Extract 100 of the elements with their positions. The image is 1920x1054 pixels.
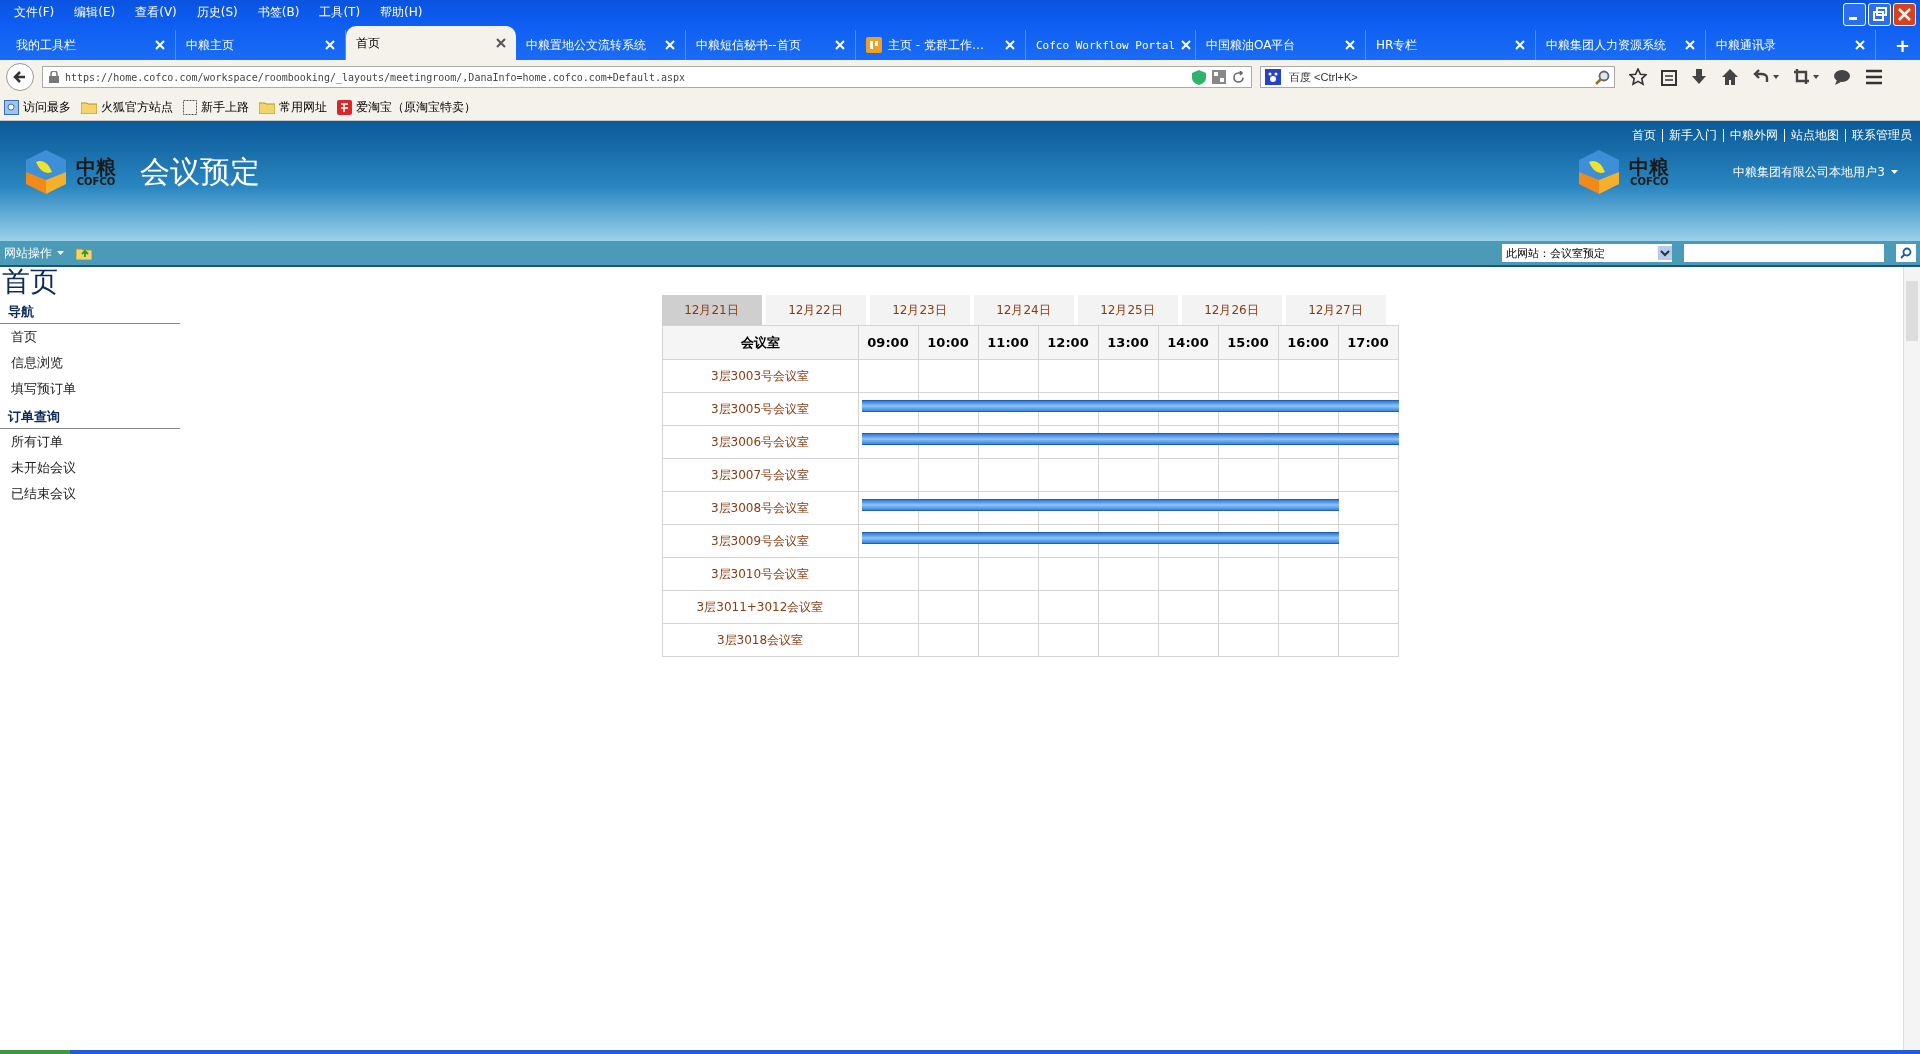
menu-item[interactable]: 查看(V)	[125, 3, 187, 21]
minimize-icon[interactable]	[1843, 2, 1866, 26]
shield-icon[interactable]	[1192, 69, 1206, 85]
chat-icon[interactable]	[1833, 69, 1851, 85]
address-bar[interactable]: https://home.cofco.com/workspace/roombooking/_layouts/meetingroom/,DanaInfo=home.cofco.com+Default.aspx	[42, 66, 1252, 88]
date-tab[interactable]: 12月26日	[1181, 295, 1282, 325]
time-slot[interactable]	[1038, 393, 1099, 426]
time-slot[interactable]	[1038, 426, 1099, 459]
nav-link[interactable]: 已结束会议	[0, 481, 180, 507]
bookmark-item[interactable]: 新手上路	[183, 98, 249, 116]
booking-bar[interactable]	[861, 499, 919, 511]
back-arrow-icon[interactable]	[13, 70, 27, 84]
time-slot[interactable]	[1278, 426, 1339, 459]
menu-item[interactable]: 工具(T)	[309, 3, 371, 21]
crop-icon[interactable]	[1793, 68, 1819, 86]
time-slot[interactable]	[918, 525, 979, 558]
room-link[interactable]: 3层3011+3012会议室	[662, 591, 859, 624]
star-icon[interactable]	[1629, 68, 1647, 86]
paw-icon[interactable]	[1265, 69, 1281, 85]
time-slot[interactable]	[858, 525, 919, 558]
time-slot[interactable]	[1218, 525, 1279, 558]
time-slot[interactable]	[1218, 492, 1279, 525]
caret-icon[interactable]	[1891, 170, 1898, 174]
menu-item[interactable]: 编辑(E)	[64, 3, 126, 21]
date-tab[interactable]: 12月21日	[661, 295, 762, 325]
menu-item[interactable]: 历史(S)	[186, 3, 248, 21]
time-slot[interactable]	[1158, 393, 1219, 426]
date-tab[interactable]: 12月23日	[869, 295, 970, 325]
close-icon[interactable]	[496, 38, 506, 48]
time-slot[interactable]	[978, 525, 1039, 558]
room-link[interactable]: 3层3009号会议室	[662, 525, 859, 558]
room-link[interactable]: 3层3006号会议室	[662, 426, 859, 459]
time-slot[interactable]	[1338, 393, 1399, 426]
room-link[interactable]: 3层3007号会议室	[662, 459, 859, 492]
bookmark-item[interactable]: 常用网址	[259, 98, 327, 116]
booking-bar[interactable]	[861, 400, 919, 412]
time-slot[interactable]	[978, 492, 1039, 525]
time-slot[interactable]	[1038, 525, 1099, 558]
download-icon[interactable]	[1691, 68, 1707, 86]
time-slot[interactable]	[1338, 426, 1399, 459]
time-slot[interactable]	[1158, 426, 1219, 459]
user-menu[interactable]: 中粮集团有限公司本地用户3	[1733, 163, 1885, 181]
date-tab[interactable]: 12月24日	[973, 295, 1074, 325]
bookmark-item[interactable]: 火狐官方站点	[81, 98, 173, 116]
nav-link[interactable]: 所有订单	[0, 429, 180, 455]
booking-bar[interactable]	[1278, 499, 1339, 511]
room-link[interactable]: 3层3008号会议室	[662, 492, 859, 525]
nav-link[interactable]: 未开始会议	[0, 455, 180, 481]
booking-bar[interactable]	[861, 433, 919, 445]
search-button[interactable]	[1896, 244, 1916, 262]
menu-item[interactable]: 书签(B)	[247, 3, 310, 21]
time-slot[interactable]	[978, 426, 1039, 459]
time-slot[interactable]	[1098, 492, 1159, 525]
time-slot[interactable]	[1038, 492, 1099, 525]
search-bar[interactable]: 百度 <Ctrl+K>	[1260, 66, 1615, 88]
time-slot[interactable]	[858, 492, 919, 525]
booking-bar[interactable]	[1278, 532, 1339, 544]
time-slot[interactable]	[1098, 525, 1159, 558]
restore-icon[interactable]	[1868, 2, 1891, 26]
bookmark-item[interactable]: 爱淘宝（原淘宝特卖）	[337, 98, 476, 116]
date-tab[interactable]: 12月25日	[1077, 295, 1178, 325]
time-slot[interactable]	[1098, 426, 1159, 459]
nav-link[interactable]: 填写预订单	[0, 376, 180, 402]
nav-link[interactable]: 信息浏览	[0, 350, 180, 376]
room-link[interactable]: 3层3005号会议室	[662, 393, 859, 426]
room-link[interactable]: 3层3003号会议室	[662, 360, 859, 393]
room-link[interactable]: 3层3018会议室	[662, 624, 859, 657]
room-link[interactable]: 3层3010号会议室	[662, 558, 859, 591]
browser-tab[interactable]: 首页	[346, 26, 516, 60]
top-link[interactable]: 联系管理员	[1845, 129, 1912, 142]
time-slot[interactable]	[978, 393, 1039, 426]
top-link[interactable]: 站点地图	[1784, 129, 1839, 142]
search-field[interactable]: 百度 <Ctrl+K>	[1287, 70, 1589, 84]
site-search-field[interactable]	[1684, 244, 1884, 262]
clipboard-icon[interactable]	[1661, 68, 1677, 86]
time-slot[interactable]	[1158, 525, 1219, 558]
date-tab[interactable]: 12月22日	[765, 295, 866, 325]
bookmark-item[interactable]: 访问最多	[4, 98, 71, 116]
time-slot[interactable]	[1098, 393, 1159, 426]
time-slot[interactable]	[918, 393, 979, 426]
search-icon[interactable]	[1595, 69, 1610, 85]
booking-bar[interactable]	[1338, 433, 1399, 445]
date-tab[interactable]: 12月27日	[1285, 295, 1386, 325]
menu-item[interactable]: 帮助(H)	[370, 3, 433, 21]
time-slot[interactable]	[1218, 393, 1279, 426]
menu-icon[interactable]	[1865, 69, 1883, 85]
search-scope-dropdown[interactable]: 此网站：会议室预定	[1502, 244, 1672, 262]
time-slot[interactable]	[858, 393, 919, 426]
nav-link[interactable]: 首页	[0, 324, 180, 350]
time-slot[interactable]	[858, 426, 919, 459]
scrollbar[interactable]	[1903, 267, 1920, 1050]
booking-bar[interactable]	[1338, 400, 1399, 412]
time-slot[interactable]	[1278, 525, 1339, 558]
time-slot[interactable]	[1218, 426, 1279, 459]
qr-code-icon[interactable]	[1212, 70, 1226, 84]
time-slot[interactable]	[1158, 492, 1219, 525]
home-icon[interactable]	[1721, 68, 1739, 86]
caret-icon[interactable]	[57, 251, 64, 255]
menu-item[interactable]: 文件(F)	[4, 3, 65, 21]
reload-icon[interactable]	[1232, 70, 1245, 84]
